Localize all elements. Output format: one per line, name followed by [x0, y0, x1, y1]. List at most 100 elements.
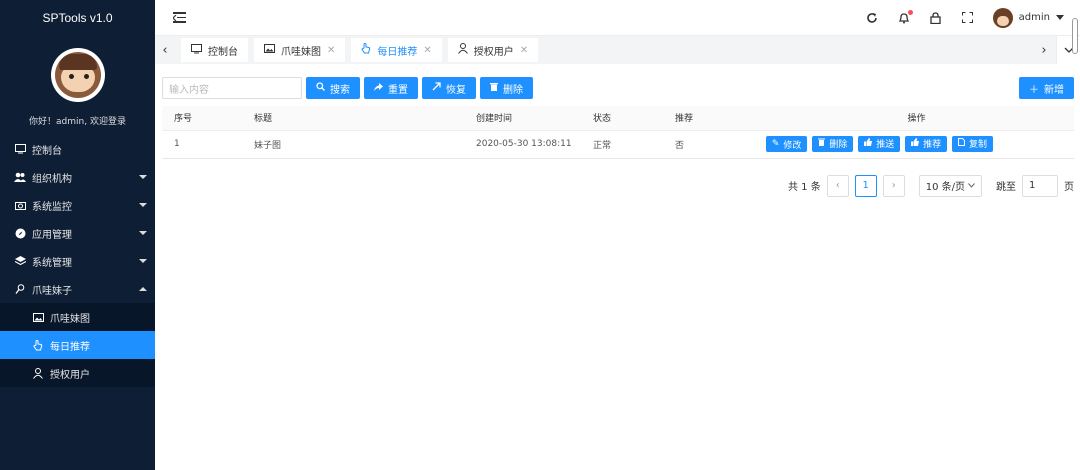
button-label: 恢复 — [446, 84, 466, 96]
tab-java-images[interactable]: 爪哇妹图 ✕ — [254, 38, 346, 62]
chevron-down-icon — [139, 259, 147, 263]
close-icon[interactable]: ✕ — [423, 45, 431, 56]
user-avatar[interactable] — [50, 48, 105, 102]
row-delete-button[interactable]: 删除 — [812, 135, 854, 152]
column-header: 标题 — [242, 106, 464, 131]
sidebar-item-label: 授权用户 — [50, 369, 90, 381]
add-button[interactable]: ＋ 新增 — [1019, 77, 1074, 99]
tab-label: 每日推荐 — [377, 46, 418, 58]
recommend-button[interactable]: 推荐 — [905, 135, 948, 152]
sidebar-subitem-java-images[interactable]: 爪哇妹图 — [0, 303, 155, 331]
sidebar-item-label: 组织机构 — [32, 173, 72, 185]
sidebar-subitem-daily-picks[interactable]: 每日推荐 — [0, 331, 155, 359]
cell-created: 2020-05-30 13:08:11 — [464, 130, 581, 159]
chevron-down-icon — [139, 175, 147, 179]
button-label: 删除 — [503, 84, 523, 96]
restore-button[interactable]: 恢复 — [422, 77, 476, 99]
main-content: 输入内容 搜索 重置 恢复 删除 ＋ 新增 序号 标题 创建时间 状态 推荐 操… — [162, 76, 1074, 197]
button-label: 新增 — [1044, 84, 1064, 96]
cell-actions: ✎ 修改 删除 推送 推荐 复制 — [759, 130, 1074, 159]
tab-bar: ‹ 控制台 爪哇妹图 ✕ 每日推荐 ✕ 授权用户 ✕ › — [155, 36, 1080, 64]
button-label: 复制 — [968, 140, 987, 151]
page-size-value: 10 条/页 — [925, 182, 965, 193]
sidebar-item-apps[interactable]: 应用管理 — [0, 219, 155, 247]
tab-label: 爪哇妹图 — [281, 46, 321, 58]
cell-status: 正常 — [581, 130, 663, 159]
thumbs-up-icon — [864, 138, 873, 149]
column-header: 推荐 — [663, 106, 759, 131]
sidebar-item-label: 控制台 — [32, 145, 62, 157]
user-menu[interactable]: admin — [992, 7, 1064, 28]
menu-toggle-icon[interactable] — [173, 12, 186, 23]
bell-icon[interactable] — [897, 9, 913, 25]
page-scrollbar[interactable] — [1072, 18, 1078, 54]
share-arrow-icon — [374, 82, 383, 94]
button-label: 推送 — [876, 140, 895, 151]
chevron-down-icon — [139, 203, 147, 207]
sidebar-item-system[interactable]: 系统管理 — [0, 247, 155, 275]
notification-dot — [907, 9, 913, 15]
user-icon — [32, 367, 44, 379]
jump-label: 跳至 — [996, 182, 1016, 193]
cell-index: 1 — [162, 130, 242, 159]
hand-icon — [32, 339, 44, 351]
button-label: 修改 — [783, 140, 802, 151]
sidebar-item-dashboard[interactable]: 控制台 — [0, 135, 155, 163]
sidebar-item-label: 爪哇妹图 — [50, 313, 90, 325]
edit-button[interactable]: ✎ 修改 — [765, 136, 808, 153]
tabs-scroll-left-icon[interactable]: ‹ — [155, 36, 175, 64]
total-count: 共 1 条 — [787, 182, 821, 193]
arrow-up-right-icon — [432, 82, 441, 94]
jump-page-input[interactable]: 1 — [1022, 174, 1058, 197]
column-header: 创建时间 — [464, 106, 581, 131]
page-size-select[interactable]: 10 条/页 — [918, 174, 982, 197]
button-label: 推荐 — [923, 140, 942, 151]
push-button[interactable]: 推送 — [858, 135, 901, 152]
trash-icon — [818, 138, 826, 149]
compass-icon — [14, 227, 26, 239]
delete-button[interactable]: 删除 — [480, 77, 533, 99]
toolbar: 输入内容 搜索 重置 恢复 删除 ＋ 新增 — [162, 76, 1074, 100]
sidebar-item-label: 爪哇妹子 — [32, 285, 72, 297]
tab-daily-picks[interactable]: 每日推荐 ✕ — [351, 38, 442, 62]
tabs-scroll-right-icon[interactable]: › — [1032, 36, 1056, 64]
lock-icon[interactable] — [929, 11, 943, 25]
layers-icon — [14, 255, 26, 267]
pagination: 共 1 条 ‹ 1 › 10 条/页 跳至 1 页 — [162, 174, 1074, 197]
column-header: 操作 — [759, 106, 1074, 131]
sidebar-item-label: 系统管理 — [32, 257, 72, 269]
column-header: 状态 — [581, 106, 663, 131]
sidebar-item-java-girls[interactable]: 爪哇妹子 — [0, 275, 155, 303]
image-icon — [264, 44, 275, 56]
page-number-button[interactable]: 1 — [854, 174, 877, 197]
tab-authorized-users[interactable]: 授权用户 ✕ — [447, 38, 539, 62]
sidebar-item-monitor[interactable]: 系统监控 — [0, 191, 155, 219]
copy-button[interactable]: 复制 — [951, 135, 993, 152]
reset-button[interactable]: 重置 — [364, 77, 418, 99]
chevron-up-icon — [139, 287, 147, 291]
submenu: 爪哇妹图 每日推荐 授权用户 — [0, 303, 155, 387]
sidebar-item-label: 应用管理 — [32, 229, 72, 241]
sidebar-item-label: 系统监控 — [32, 201, 72, 213]
prev-page-button[interactable]: ‹ — [826, 174, 849, 197]
fullscreen-icon[interactable] — [961, 11, 975, 25]
sidebar-item-label: 每日推荐 — [50, 341, 90, 353]
user-icon — [457, 43, 468, 57]
page-unit-label: 页 — [1064, 182, 1074, 193]
button-label: 搜索 — [330, 84, 350, 96]
next-page-button[interactable]: › — [882, 174, 905, 197]
search-button[interactable]: 搜索 — [306, 77, 360, 99]
close-icon[interactable]: ✕ — [520, 45, 528, 56]
sidebar-subitem-authorized-users[interactable]: 授权用户 — [0, 359, 155, 387]
data-table: 序号 标题 创建时间 状态 推荐 操作 1 妹子图 2020-05-30 13:… — [162, 106, 1074, 159]
sidebar-item-organization[interactable]: 组织机构 — [0, 163, 155, 191]
image-icon — [32, 311, 44, 323]
tab-dashboard[interactable]: 控制台 — [181, 38, 248, 62]
close-icon[interactable]: ✕ — [327, 45, 335, 56]
refresh-icon[interactable] — [865, 11, 879, 25]
thumbs-up-icon — [911, 138, 920, 149]
tab-label: 控制台 — [208, 46, 238, 58]
table-row[interactable]: 1 妹子图 2020-05-30 13:08:11 正常 否 ✎ 修改 删除 推… — [162, 130, 1074, 159]
app-title: SPTools v1.0 — [0, 0, 155, 36]
search-input[interactable]: 输入内容 — [162, 77, 302, 99]
